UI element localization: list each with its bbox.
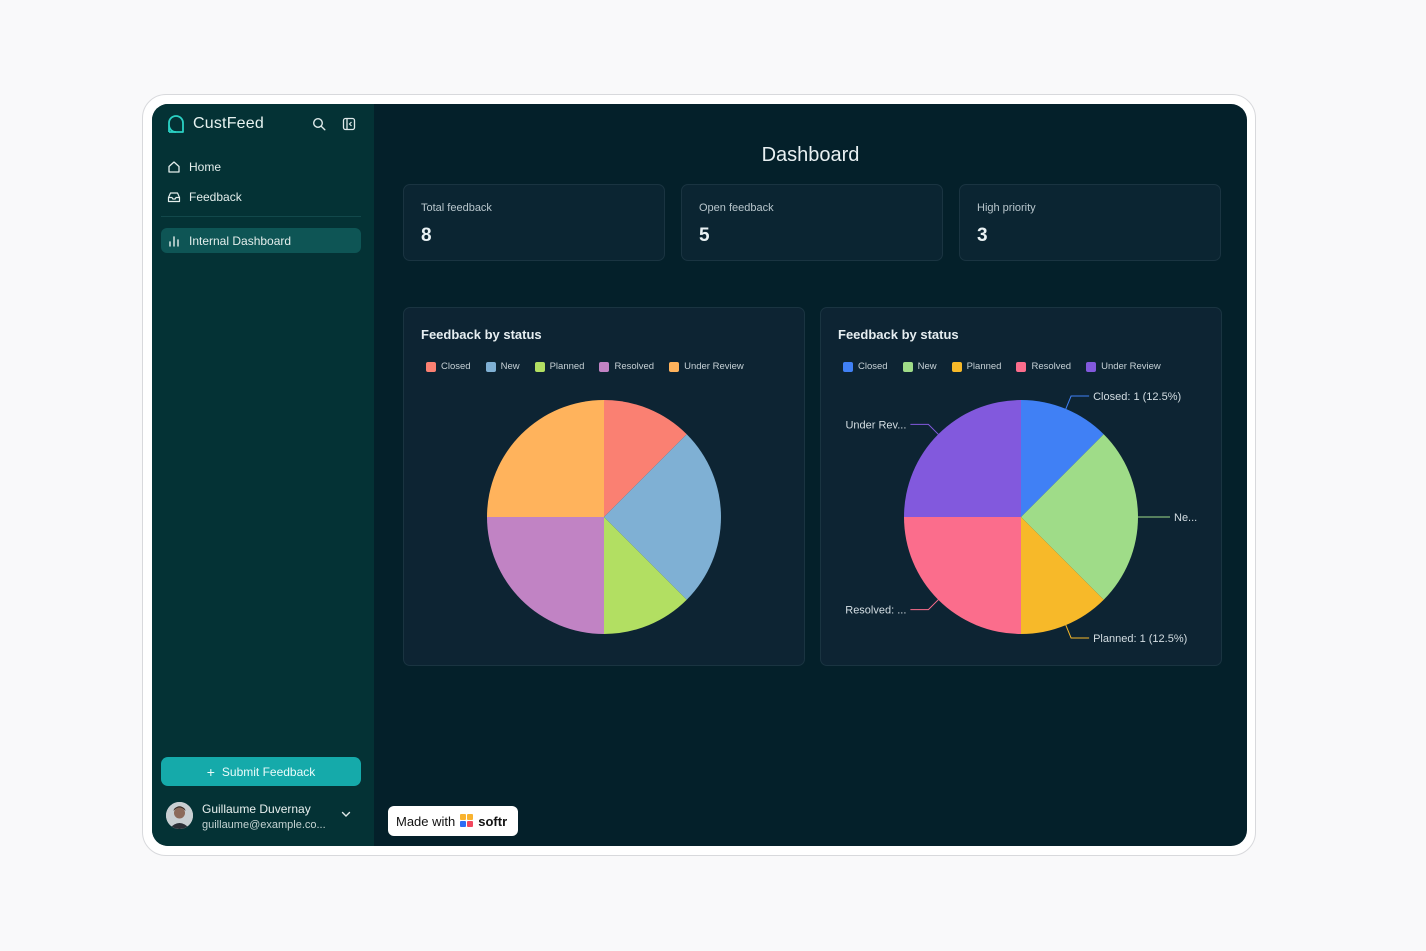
brand[interactable]: CustFeed <box>165 113 264 135</box>
app-window: CustFeed Home Feedback Internal Dashboar… <box>152 104 1247 846</box>
pie-data-label: Ne... <box>1174 512 1197 524</box>
collapse-sidebar-button[interactable] <box>341 116 357 132</box>
pie-label-line <box>910 599 939 611</box>
custfeed-logo-icon <box>168 115 184 133</box>
search-button[interactable] <box>311 116 327 132</box>
stat-label: Total feedback <box>421 202 492 214</box>
softr-logo-icon <box>460 814 474 828</box>
stat-value: 3 <box>977 225 988 246</box>
stat-label: Open feedback <box>699 202 774 214</box>
sidebar-toggle-icon <box>342 117 356 131</box>
search-icon <box>312 117 326 131</box>
plus-icon: + <box>206 763 215 780</box>
stat-value: 5 <box>699 225 710 246</box>
home-icon <box>167 160 181 174</box>
chart-card-status-2: Feedback by status Closed New Planned Re… <box>820 307 1222 666</box>
pie-data-label: Planned: 1 (12.5%) <box>1093 633 1187 645</box>
pie-label-line <box>910 423 939 435</box>
stat-card-open-feedback: Open feedback 5 <box>681 184 943 261</box>
made-with-softr-badge[interactable]: Made with softr <box>388 806 518 836</box>
pie-label-line <box>1065 624 1090 639</box>
stat-value: 8 <box>421 225 432 246</box>
pie-data-label: Closed: 1 (12.5%) <box>1093 391 1181 403</box>
chart-card-status-1: Feedback by status Closed New Planned Re… <box>403 307 805 666</box>
user-menu[interactable]: Guillaume Duvernay guillaume@example.co.… <box>166 802 362 836</box>
main-content: Dashboard Total feedback 8 Open feedback… <box>374 104 1247 846</box>
sidebar-item-feedback[interactable]: Feedback <box>161 184 361 209</box>
pie-data-label: Under Rev... <box>845 419 906 431</box>
submit-feedback-button[interactable]: + Submit Feedback <box>161 757 361 786</box>
avatar <box>166 802 193 829</box>
sidebar-item-label: Feedback <box>189 189 242 204</box>
pie-slice-resolved[interactable] <box>904 517 1021 634</box>
pie-data-label: Resolved: ... <box>845 605 906 617</box>
chevron-down-icon <box>341 811 351 817</box>
pie-label-line <box>1065 395 1090 410</box>
submit-feedback-label: Submit Feedback <box>221 764 316 779</box>
sidebar: CustFeed Home Feedback Internal Dashboar… <box>152 104 374 846</box>
sidebar-divider <box>161 216 361 217</box>
made-with-label: Made with <box>396 813 456 829</box>
pie-slice-under-review[interactable] <box>904 400 1021 517</box>
sidebar-item-label: Internal Dashboard <box>189 233 292 248</box>
page-title: Dashboard <box>761 144 860 166</box>
inbox-icon <box>167 190 181 204</box>
pie-slice-under-review[interactable] <box>487 400 604 517</box>
softr-brand-label: softr <box>478 813 508 829</box>
stat-label: High priority <box>977 202 1036 214</box>
stat-card-total-feedback: Total feedback 8 <box>403 184 665 261</box>
pie-slice-resolved[interactable] <box>487 517 604 634</box>
brand-name: CustFeed <box>193 115 264 132</box>
stat-card-high-priority: High priority 3 <box>959 184 1221 261</box>
sidebar-item-internal-dashboard[interactable]: Internal Dashboard <box>161 228 361 253</box>
sidebar-item-home[interactable]: Home <box>161 154 361 179</box>
pie-chart <box>487 400 721 634</box>
user-email: guillaume@example.co... <box>202 819 326 831</box>
user-name: Guillaume Duvernay <box>202 802 311 816</box>
bar-chart-icon <box>167 234 181 248</box>
sidebar-item-label: Home <box>189 159 222 174</box>
pie-chart: Closed: 1 (12.5%) Ne... Planned: 1 (12.5%)… <box>845 391 1197 645</box>
